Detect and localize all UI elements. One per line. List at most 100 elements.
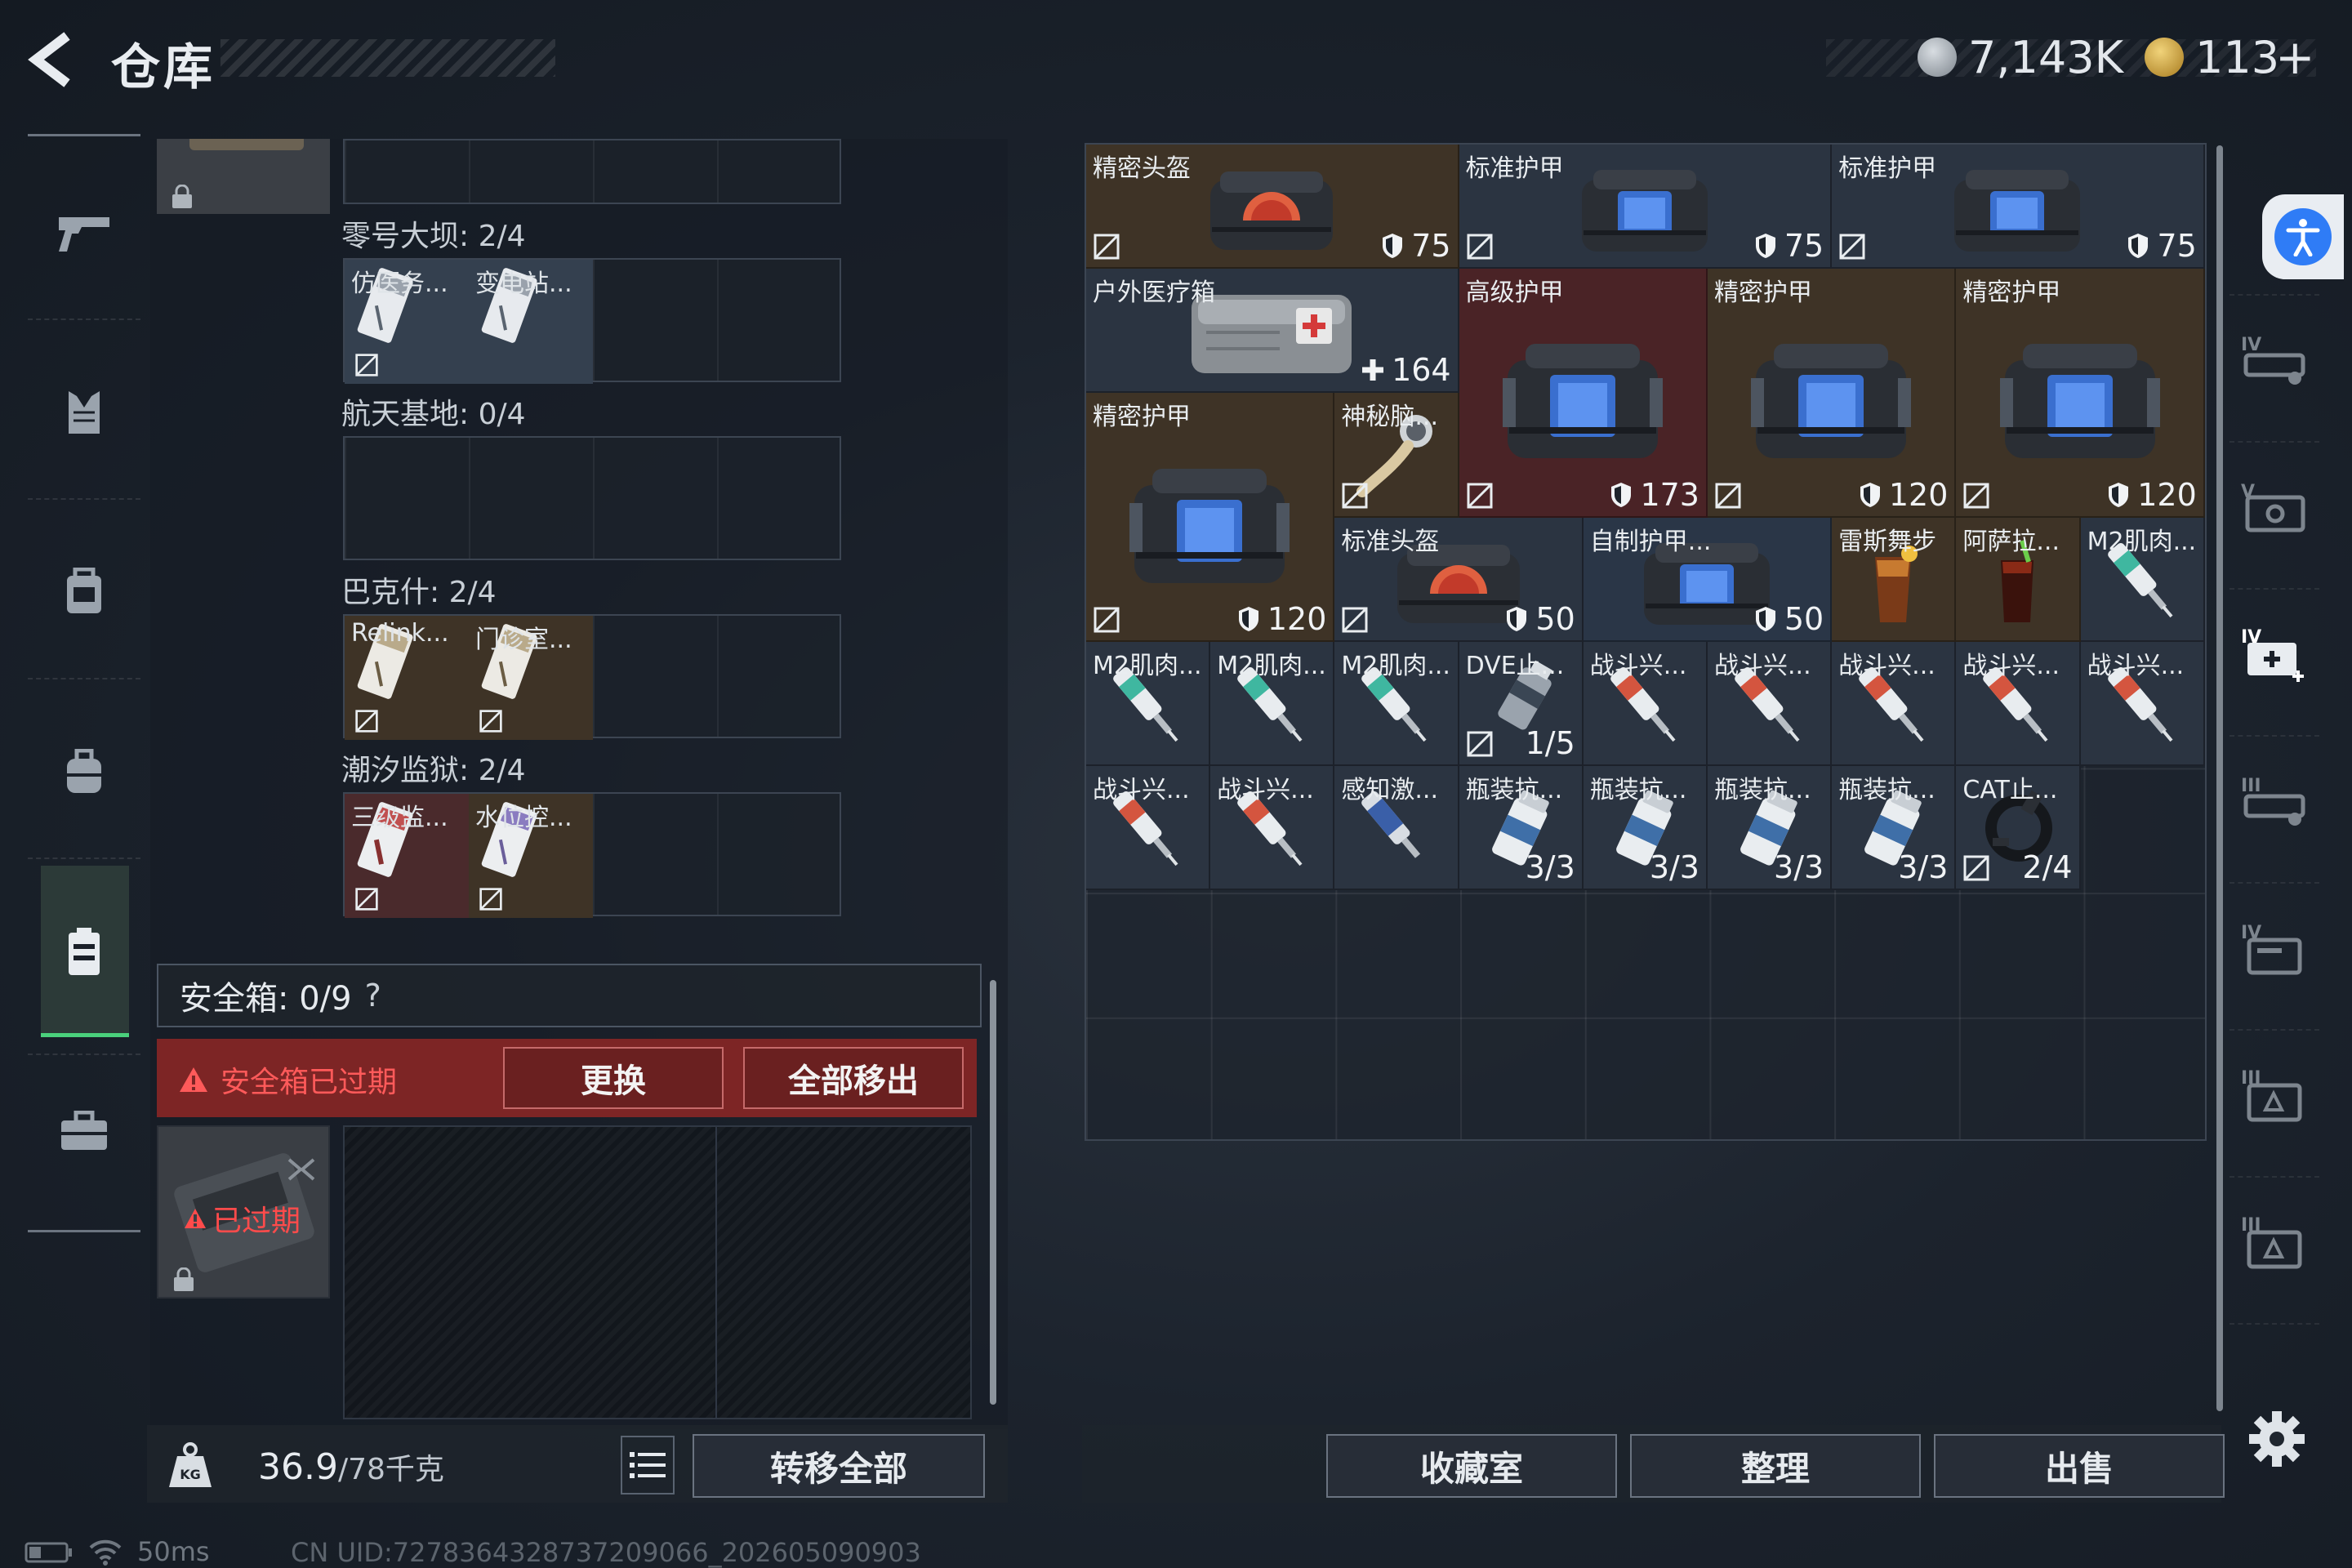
inventory-item[interactable]: 战斗兴... <box>2080 641 2205 766</box>
move-all-out-button[interactable]: 全部移出 <box>743 1047 964 1109</box>
safebox-expired-bar: 安全箱已过期 更换 全部移出 <box>157 1039 977 1117</box>
item-name: 标准头盔 <box>1341 527 1440 556</box>
gear-icon <box>2249 1411 2305 1467</box>
inventory-item[interactable]: 阿萨拉... <box>1956 517 2081 642</box>
inventory-item[interactable]: 雷斯舞步 <box>1832 517 1957 642</box>
sort-button[interactable]: 整理 <box>1630 1434 1921 1498</box>
inventory-item[interactable]: 精密护甲 120 <box>1956 269 2205 518</box>
armorbig-image <box>1502 344 1663 459</box>
inventory-item[interactable]: 神秘脑... <box>1334 393 1459 518</box>
inventory-item[interactable]: 战斗兴... <box>1832 641 1957 766</box>
item-name: 精密护甲 <box>1093 403 1191 432</box>
keycard-item[interactable]: 变电站... <box>469 260 593 384</box>
back-button[interactable] <box>24 31 90 88</box>
filter-tier3-tool-b[interactable]: III <box>2234 1200 2316 1282</box>
filter-tier4-rifle[interactable]: IV <box>2234 318 2316 400</box>
vest-icon <box>69 391 100 434</box>
inventory-item[interactable]: 战斗兴... <box>1086 766 1211 891</box>
keycard-item[interactable]: 水位控... <box>469 794 593 918</box>
expired-safebox-item[interactable]: 已过期 <box>157 1125 330 1298</box>
safebox-header: 安全箱: 0/9 ? <box>157 964 982 1027</box>
inventory-item[interactable]: 瓶装抗... 3/3 <box>1832 766 1957 891</box>
inventory-item[interactable]: 战斗兴... <box>1210 766 1335 891</box>
item-value: 75 <box>1753 228 1824 264</box>
sidebar-weapon[interactable] <box>51 199 118 266</box>
item-name: 战斗兴... <box>1714 651 1811 680</box>
item-name: 变电站... <box>475 270 572 298</box>
accessibility-button[interactable] <box>2262 194 2344 279</box>
inventory-item[interactable]: 精密头盔 75 <box>1086 145 1459 270</box>
keycard-item[interactable]: Relink... <box>345 616 469 740</box>
keycard-item[interactable]: 门诊室... <box>469 616 593 740</box>
locked-container-item[interactable] <box>157 139 330 214</box>
sidebar-safebox[interactable] <box>51 918 118 985</box>
item-name: 水位控... <box>475 804 572 832</box>
item-value-text: 50 <box>1535 600 1575 637</box>
svg-text:III: III <box>2241 776 2261 796</box>
transfer-all-button[interactable]: 转移全部 <box>693 1434 985 1498</box>
inventory-item[interactable]: 户外医疗箱 164 <box>1086 269 1459 394</box>
right-scrollbar[interactable] <box>2216 145 2223 1411</box>
inventory-item[interactable]: CAT止... 2/4 <box>1956 766 2081 891</box>
rig-icon <box>67 568 101 613</box>
region-label: 巴克什: 2/4 <box>341 576 497 609</box>
title-decoration <box>220 39 555 77</box>
item-value: 3/3 <box>1650 849 1699 885</box>
item-name: 瓶装抗... <box>1714 776 1811 804</box>
inventory-item[interactable]: 感知激... <box>1334 766 1459 891</box>
inventory-item[interactable]: 精密护甲 120 <box>1086 393 1335 642</box>
list-view-button[interactable] <box>621 1436 675 1494</box>
divider <box>2230 1029 2319 1031</box>
keycard-item[interactable]: 三级监... <box>345 794 469 918</box>
inventory-item[interactable]: M2肌肉... <box>2080 517 2205 642</box>
item-value: 3/3 <box>1526 849 1575 885</box>
no-transfer-icon <box>1467 234 1493 260</box>
inventory-item[interactable]: 高级护甲 173 <box>1459 269 1708 518</box>
inventory-item[interactable]: 精密护甲 120 <box>1708 269 1957 518</box>
add-currency-button[interactable]: + <box>2275 29 2315 85</box>
inventory-item[interactable]: 瓶装抗... 3/3 <box>1708 766 1833 891</box>
item-value-text: 3/3 <box>1525 849 1575 886</box>
help-icon[interactable]: ? <box>365 978 381 1013</box>
keycard-item[interactable]: 仿医务... <box>345 260 469 384</box>
inventory-item[interactable]: 战斗兴... <box>1956 641 2081 766</box>
filter-tier3-tool[interactable]: III <box>2234 1054 2316 1135</box>
sidebar-divider <box>28 318 140 320</box>
inventory-item[interactable]: M2肌肉... <box>1086 641 1211 766</box>
item-value: 120 <box>1858 476 1949 513</box>
replace-button[interactable]: 更换 <box>503 1047 724 1109</box>
rifle-case-icon: III <box>2241 776 2305 826</box>
filter-tier4-medical[interactable]: IV <box>2234 612 2316 694</box>
inventory-item[interactable]: 战斗兴... <box>1708 641 1833 766</box>
sidebar-divider <box>28 858 140 859</box>
item-name: 战斗兴... <box>1589 651 1687 680</box>
sidebar-backpack[interactable] <box>51 738 118 805</box>
item-name: 感知激... <box>1341 776 1438 804</box>
sidebar-armor[interactable] <box>51 379 118 446</box>
inventory-item[interactable]: 标准头盔 50 <box>1334 517 1584 642</box>
left-scrollbar[interactable] <box>990 980 996 1405</box>
collection-room-button[interactable]: 收藏室 <box>1326 1434 1617 1498</box>
inventory-item[interactable]: DVE止... 1/5 <box>1459 641 1584 766</box>
sell-button[interactable]: 出售 <box>1934 1434 2225 1498</box>
toolbox-icon: III <box>2241 1068 2302 1122</box>
settings-button[interactable] <box>2244 1406 2310 1472</box>
inventory-item[interactable]: 自制护甲... 50 <box>1583 517 1833 642</box>
item-value-text: 120 <box>1888 476 1949 513</box>
filter-tier5-camera[interactable]: V <box>2234 466 2316 547</box>
item-value: 50 <box>1504 601 1575 637</box>
grid-divider <box>715 1125 717 1419</box>
inventory-item[interactable]: 瓶装抗... 3/3 <box>1583 766 1708 891</box>
sidebar-chest-rig[interactable] <box>51 559 118 626</box>
filter-tier4-folder[interactable]: IV <box>2234 906 2316 988</box>
sidebar-case[interactable] <box>51 1098 118 1165</box>
inventory-item[interactable]: 瓶装抗... 3/3 <box>1459 766 1584 891</box>
inventory-item[interactable]: M2肌肉... <box>1334 641 1459 766</box>
inventory-item[interactable]: 标准护甲 75 <box>1459 145 1833 270</box>
inventory-item[interactable]: 战斗兴... <box>1583 641 1708 766</box>
inventory-item[interactable]: M2肌肉... <box>1210 641 1335 766</box>
item-value: 164 <box>1361 352 1451 388</box>
region-label: 零号大坝: 2/4 <box>341 220 526 253</box>
filter-tier3-rifle[interactable]: III <box>2234 760 2316 841</box>
inventory-item[interactable]: 标准护甲 75 <box>1832 145 2205 270</box>
